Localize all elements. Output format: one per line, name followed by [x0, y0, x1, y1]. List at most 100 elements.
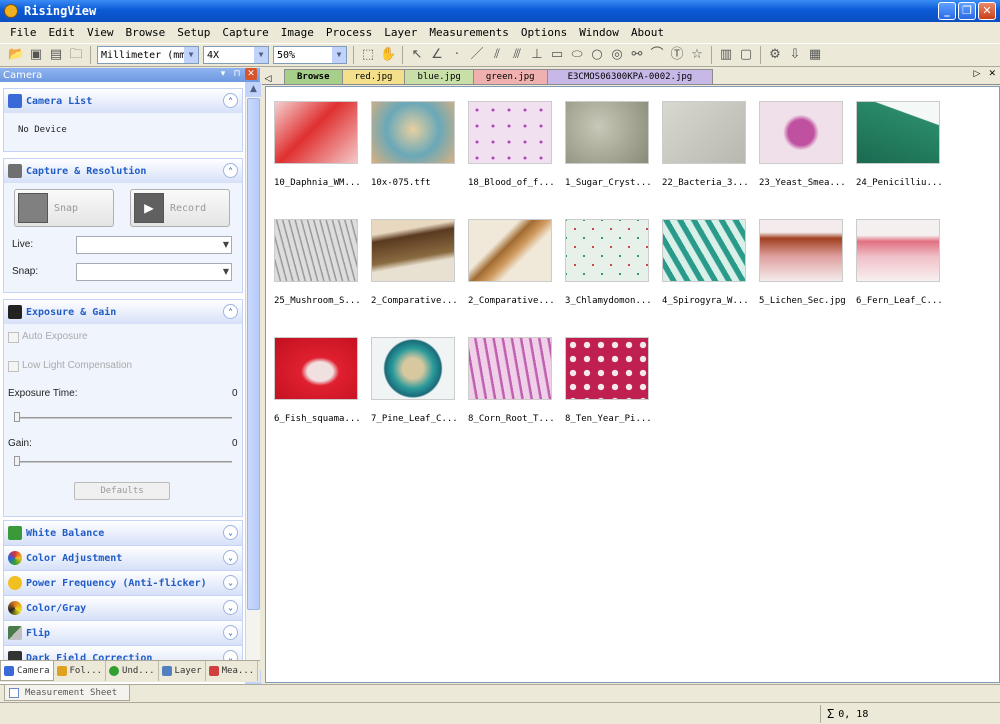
thumbnail-image[interactable]: [274, 219, 358, 282]
close-button[interactable]: ✕: [978, 2, 996, 20]
thumbnail-item[interactable]: 24_Penicilliu...: [856, 101, 953, 205]
menu-layer[interactable]: Layer: [384, 26, 417, 39]
menu-window[interactable]: Window: [579, 26, 619, 39]
thumbnail-image[interactable]: [662, 101, 746, 164]
unit-select[interactable]: Millimeter (mm) ▼: [97, 46, 199, 64]
thumbnail-item[interactable]: 22_Bacteria_3...: [662, 101, 759, 205]
menu-view[interactable]: View: [87, 26, 114, 39]
layer-settings-icon[interactable]: ⚙: [767, 47, 783, 63]
tab-browse[interactable]: Browse: [284, 69, 343, 84]
thumbnail-image[interactable]: [468, 101, 552, 164]
thumbnail-image[interactable]: [371, 101, 455, 164]
tab-blue-jpg[interactable]: blue.jpg: [404, 69, 474, 84]
annulus-icon[interactable]: ◎: [609, 47, 625, 63]
magnification-select[interactable]: 4X ▼: [203, 46, 269, 64]
power-frequency-header[interactable]: Power Frequency (Anti-flicker) ⌄: [4, 571, 242, 595]
thumbnail-item[interactable]: 23_Yeast_Smea...: [759, 101, 856, 205]
thumbnail-item[interactable]: 7_Pine_Leaf_C...: [371, 337, 468, 441]
select-rect-icon[interactable]: ⬚: [360, 47, 376, 63]
save-as-icon[interactable]: ▤: [48, 47, 64, 63]
arc-icon[interactable]: ⌒: [649, 47, 665, 63]
gain-slider[interactable]: [14, 461, 232, 463]
thumbnail-image[interactable]: [274, 101, 358, 164]
thumbnail-item[interactable]: 18_Blood_of_f...: [468, 101, 565, 205]
capture-header[interactable]: Capture & Resolution ⌃: [4, 159, 242, 183]
thumbnail-image[interactable]: [468, 219, 552, 282]
tab-layer[interactable]: Layer: [159, 661, 206, 681]
menu-measurements[interactable]: Measurements: [429, 26, 508, 39]
thumbnail-image[interactable]: [856, 219, 940, 282]
low-light-checkbox[interactable]: [8, 361, 19, 372]
sheet-icon[interactable]: ▦: [807, 47, 823, 63]
expand-icon[interactable]: ⌄: [223, 550, 238, 565]
thumbnail-image[interactable]: [759, 219, 843, 282]
collapse-icon[interactable]: ⌃: [223, 93, 238, 108]
two-circles-icon[interactable]: ⚯: [629, 47, 645, 63]
defaults-button[interactable]: Defaults: [74, 482, 170, 500]
tab-camera[interactable]: Camera: [0, 661, 54, 681]
perpendicular-icon[interactable]: ⊥: [529, 47, 545, 63]
thumbnail-image[interactable]: [371, 219, 455, 282]
exposure-time-slider[interactable]: [14, 417, 232, 419]
measurement-sheet-tab[interactable]: Measurement Sheet: [4, 685, 130, 701]
pan-hand-icon[interactable]: ✋: [380, 47, 396, 63]
chart-icon[interactable]: ▥: [718, 47, 734, 63]
thumbnail-image[interactable]: [759, 101, 843, 164]
thumbnail-item[interactable]: 5_Lichen_Sec.jpg: [759, 219, 856, 323]
tab-scroll-right-icon[interactable]: ▷: [974, 69, 981, 79]
camera-list-header[interactable]: Camera List ⌃: [4, 89, 242, 113]
thumbnail-image[interactable]: [371, 337, 455, 400]
scroll-up-icon[interactable]: ▲: [246, 82, 261, 97]
angle-icon[interactable]: ∠: [429, 47, 445, 63]
thumbnail-item[interactable]: 8_Corn_Root_T...: [468, 337, 565, 441]
folder-icon[interactable]: 🗀: [68, 47, 84, 63]
thumbnail-item[interactable]: 25_Mushroom_S...: [274, 219, 371, 323]
tab-measurement[interactable]: Mea...: [206, 661, 259, 681]
save-icon[interactable]: ▣: [28, 47, 44, 63]
zoom-select[interactable]: 50% ▼: [273, 46, 347, 64]
thumbnail-item[interactable]: 3_Chlamydomon...: [565, 219, 662, 323]
exposure-time-slider-thumb[interactable]: [14, 412, 20, 422]
tab-red-jpg[interactable]: red.jpg: [341, 69, 406, 84]
tab-close-icon[interactable]: ✕: [988, 69, 996, 79]
menu-about[interactable]: About: [631, 26, 664, 39]
tab-folders[interactable]: Fol...: [54, 661, 107, 681]
menu-process[interactable]: Process: [326, 26, 372, 39]
thumbnail-item[interactable]: 1_Sugar_Cryst...: [565, 101, 662, 205]
multi-line-icon[interactable]: ⫻: [509, 47, 525, 63]
expand-icon[interactable]: ⌄: [223, 525, 238, 540]
thumbnail-item[interactable]: 10x-075.tft: [371, 101, 468, 205]
thumbnail-item[interactable]: 6_Fern_Leaf_C...: [856, 219, 953, 323]
auto-exposure-checkbox[interactable]: [8, 332, 19, 343]
menu-setup[interactable]: Setup: [177, 26, 210, 39]
thumbnail-item[interactable]: 2_Comparative...: [371, 219, 468, 323]
circle-icon[interactable]: ○: [589, 47, 605, 63]
collapse-icon[interactable]: ⌃: [223, 163, 238, 178]
text-icon[interactable]: Ⓣ: [669, 47, 685, 63]
panel-close-icon[interactable]: ✕: [245, 68, 257, 80]
tab-undo[interactable]: Und...: [106, 661, 159, 681]
thumbnail-item[interactable]: 4_Spirogyra_W...: [662, 219, 759, 323]
expand-icon[interactable]: ⌄: [223, 600, 238, 615]
thumbnail-image[interactable]: [565, 101, 649, 164]
pointer-icon[interactable]: ↖: [409, 47, 425, 63]
thumbnail-image[interactable]: [662, 219, 746, 282]
thumbnail-item[interactable]: 10_Daphnia_WM...: [274, 101, 371, 205]
thumbnail-image[interactable]: [565, 337, 649, 400]
calibrate-icon[interactable]: ▢: [738, 47, 754, 63]
menu-capture[interactable]: Capture: [222, 26, 268, 39]
thumbnail-item[interactable]: 2_Comparative...: [468, 219, 565, 323]
rectangle-icon[interactable]: ▭: [549, 47, 565, 63]
menu-edit[interactable]: Edit: [49, 26, 76, 39]
snap-button[interactable]: Snap: [14, 189, 114, 227]
gain-slider-thumb[interactable]: [14, 456, 20, 466]
menu-options[interactable]: Options: [521, 26, 567, 39]
color-adjustment-header[interactable]: Color Adjustment ⌄: [4, 546, 242, 570]
thumbnail-item[interactable]: 8_Ten_Year_Pi...: [565, 337, 662, 441]
exposure-header[interactable]: Exposure & Gain ⌃: [4, 300, 242, 324]
point-icon[interactable]: ·: [449, 47, 465, 63]
menu-file[interactable]: File: [10, 26, 37, 39]
expand-icon[interactable]: ⌄: [223, 625, 238, 640]
line-icon[interactable]: ／: [469, 47, 485, 63]
open-folder-icon[interactable]: 📂: [8, 47, 24, 63]
